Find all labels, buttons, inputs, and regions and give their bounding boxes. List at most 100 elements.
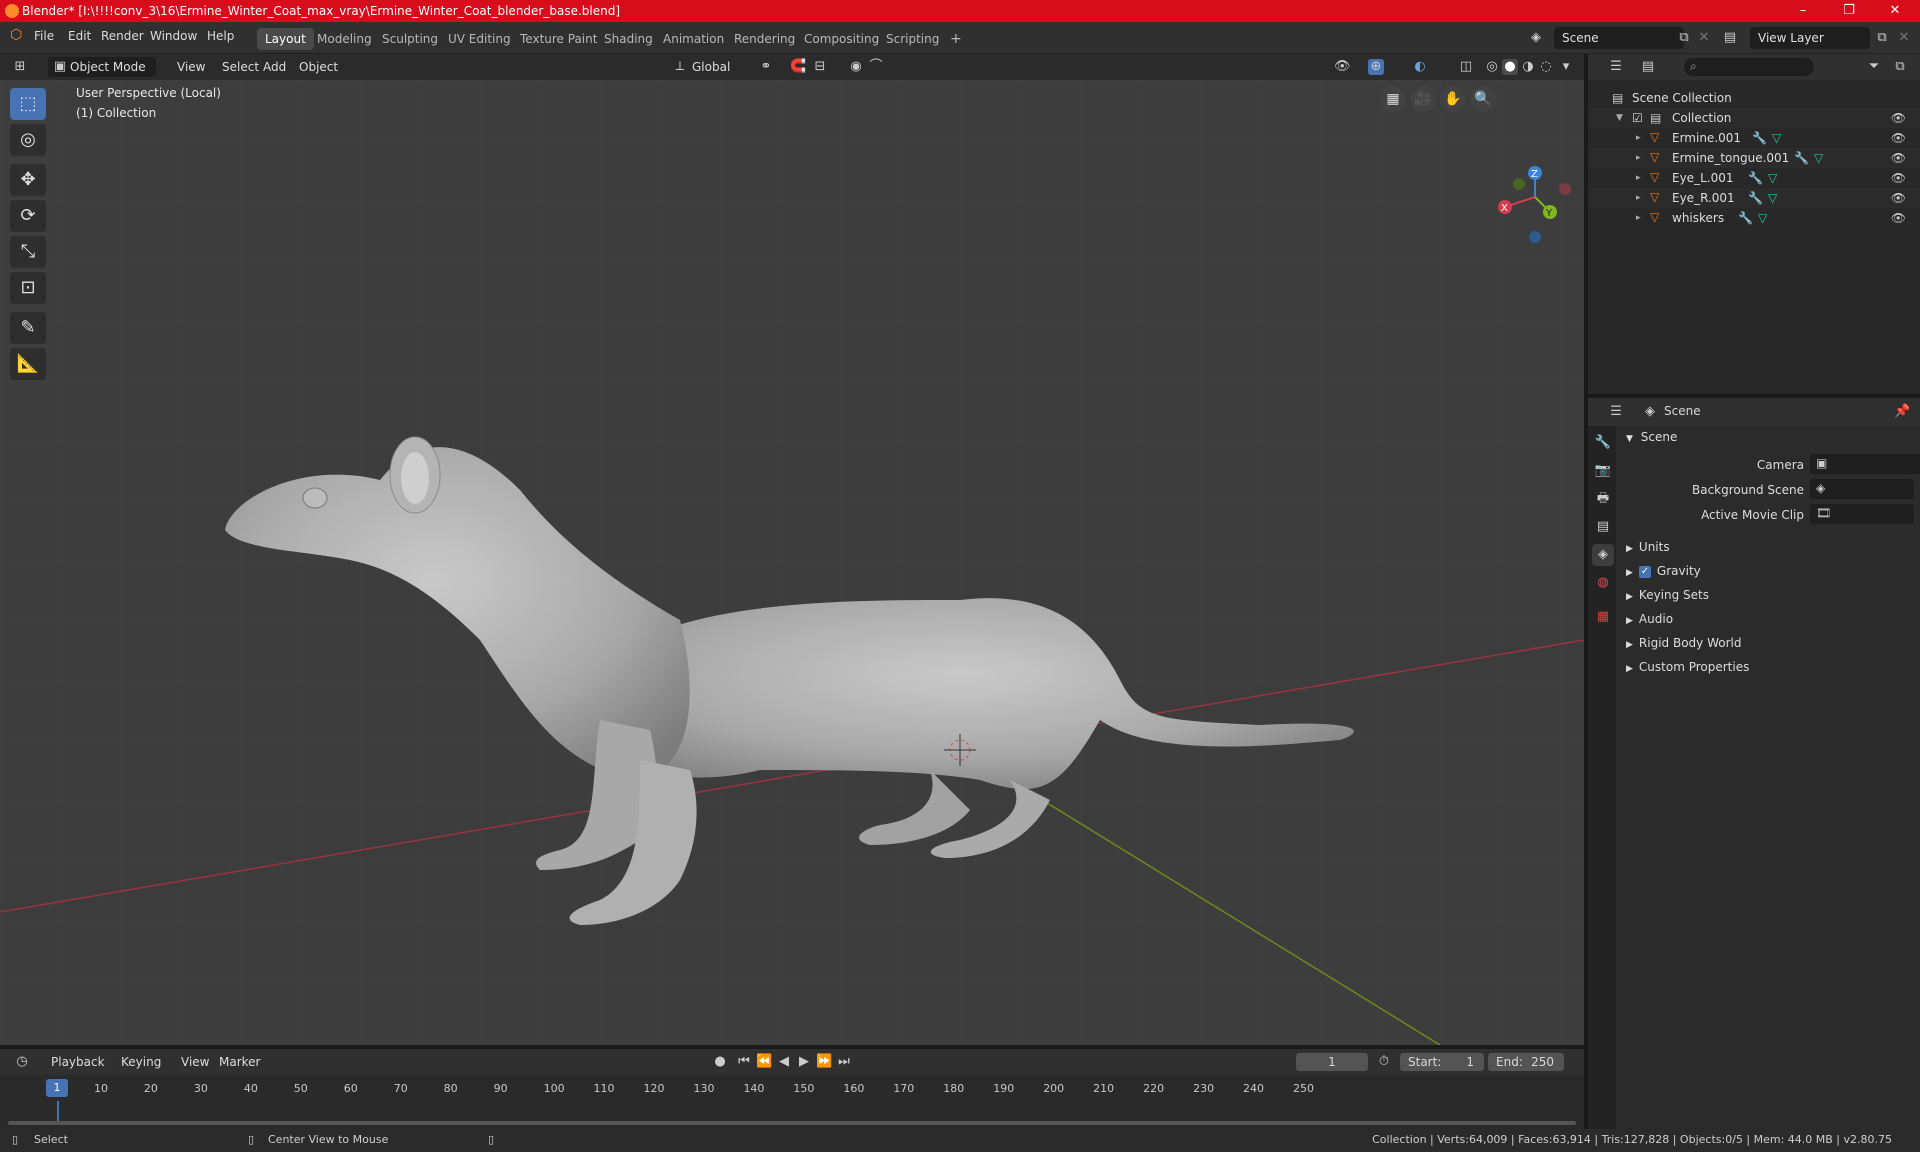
solid-shading-icon[interactable]: ● [1502, 59, 1518, 75]
xray-icon[interactable]: ◫ [1458, 59, 1474, 75]
maximize-button[interactable]: ❐ [1826, 0, 1872, 22]
gravity-checkbox[interactable]: ✓ [1638, 565, 1651, 578]
shading-options-icon[interactable]: ▾ [1558, 59, 1574, 75]
outliner-search-input[interactable]: ⌕ [1684, 58, 1814, 76]
gizmo-toggle-icon[interactable]: ⊕ [1368, 59, 1384, 75]
rendered-shading-icon[interactable]: ◌ [1538, 59, 1554, 75]
eye-icon[interactable]: 👁 [1891, 208, 1906, 228]
view-layer-tab-icon[interactable]: ▤ [1592, 516, 1614, 538]
checkbox-icon[interactable]: ☑ [1632, 108, 1643, 128]
rotate-tool-icon[interactable]: ⟳ [10, 200, 46, 232]
snap-icon[interactable]: 🧲 [790, 59, 806, 75]
3d-viewport[interactable]: Z X Y User Perspective (Local) (1) Colle… [0, 80, 1584, 1045]
tab-compositing[interactable]: Compositing [796, 28, 887, 50]
falloff-icon[interactable]: ⌒ [868, 59, 884, 75]
proportional-edit-icon[interactable]: ◉ [848, 59, 864, 75]
expand-icon[interactable]: ▸ [1636, 148, 1646, 163]
pivot-icon[interactable]: ⚭ [758, 59, 774, 75]
snap-target-icon[interactable]: ⊟ [812, 59, 828, 75]
scene-icon[interactable]: ◈ [1528, 30, 1544, 46]
blender-menu-icon[interactable]: ⬡ [10, 27, 22, 43]
transform-tool-icon[interactable]: ⊡ [10, 272, 46, 304]
play-icon[interactable]: ▶ [796, 1054, 812, 1070]
output-tab-icon[interactable]: 🖶 [1592, 488, 1614, 510]
cursor-tool-icon[interactable]: ◎ [10, 124, 46, 156]
tab-rendering[interactable]: Rendering [726, 28, 803, 50]
mesh-data-icon[interactable]: ▽ [1768, 168, 1777, 188]
menu-marker[interactable]: Marker [214, 1052, 265, 1072]
gravity-panel-header[interactable]: ▶ ✓ Gravity [1622, 560, 1916, 582]
view-layer-selector[interactable]: View Layer [1750, 27, 1870, 49]
current-frame-field[interactable]: 1 [1296, 1053, 1368, 1071]
tab-sculpting[interactable]: Sculpting [374, 28, 446, 50]
tab-shading[interactable]: Shading [596, 28, 661, 50]
mesh-data-icon[interactable]: ▽ [1768, 188, 1777, 208]
view-layer-icon[interactable]: ▤ [1722, 30, 1738, 46]
outliner-row-whiskers[interactable]: ▸ ▽ whiskers 🔧 ▽ 👁 [1588, 208, 1920, 228]
menu-keying[interactable]: Keying [116, 1052, 166, 1072]
measure-tool-icon[interactable]: 📐 [10, 348, 46, 380]
scene-tab-icon[interactable]: ◈ [1592, 544, 1614, 566]
start-frame-field[interactable]: Start: 1 [1400, 1053, 1484, 1071]
move-tool-icon[interactable]: ✥ [10, 164, 46, 196]
pin-icon[interactable]: 📌 [1894, 404, 1910, 420]
eye-icon[interactable]: 👁 [1891, 148, 1906, 168]
modifier-icon[interactable]: 🔧 [1752, 128, 1767, 148]
modifier-icon[interactable]: 🔧 [1738, 208, 1753, 228]
units-panel-header[interactable]: ▶ Units [1622, 536, 1916, 558]
menu-add[interactable]: Add [258, 57, 291, 77]
tool-tab-icon[interactable]: 🔧 [1592, 432, 1614, 454]
expand-icon[interactable]: ▸ [1636, 168, 1646, 183]
filter-icon[interactable]: ⏷ [1866, 59, 1882, 75]
expand-icon[interactable]: ▸ [1636, 188, 1646, 203]
menu-file[interactable]: File [34, 29, 54, 43]
active-movie-clip-field[interactable]: 🎞 [1810, 504, 1914, 524]
menu-render[interactable]: Render [101, 29, 144, 43]
background-scene-field[interactable]: ◈ [1810, 479, 1914, 499]
modifier-icon[interactable]: 🔧 [1748, 168, 1763, 188]
tab-modeling[interactable]: Modeling [309, 28, 380, 50]
record-icon[interactable]: ● [712, 1054, 728, 1070]
scene-selector[interactable]: Scene [1554, 27, 1684, 49]
rigid-body-world-panel-header[interactable]: ▶ Rigid Body World [1622, 632, 1916, 654]
modifier-icon[interactable]: 🔧 [1794, 148, 1809, 168]
menu-select[interactable]: Select [217, 57, 264, 77]
timeline-scrollbar[interactable] [8, 1121, 1576, 1125]
mesh-data-icon[interactable]: ▽ [1814, 148, 1823, 168]
eye-icon[interactable]: 👁 [1891, 168, 1906, 188]
menu-window[interactable]: Window [150, 29, 197, 43]
custom-properties-panel-header[interactable]: ▶ Custom Properties [1622, 656, 1916, 678]
outliner-row-eye-r[interactable]: ▸ ▽ Eye_R.001 🔧 ▽ 👁 [1588, 188, 1920, 208]
timer-icon[interactable]: ⏱ [1376, 1054, 1392, 1070]
render-tab-icon[interactable]: 📷 [1592, 460, 1614, 482]
new-scene-icon[interactable]: ⧉ [1676, 30, 1692, 46]
new-view-layer-icon[interactable]: ⧉ [1874, 30, 1890, 46]
properties-editor-icon[interactable]: ☰ [1608, 404, 1624, 420]
new-collection-icon[interactable]: ⧉ [1892, 59, 1908, 75]
camera-view-icon[interactable]: 🎥 [1410, 86, 1436, 112]
editor-type-icon[interactable]: ⊞ [12, 59, 28, 75]
pan-view-icon[interactable]: ✋ [1440, 86, 1466, 112]
add-workspace-button[interactable]: + [942, 28, 970, 50]
expand-icon[interactable]: ▸ [1636, 128, 1646, 143]
tab-scripting[interactable]: Scripting [878, 28, 947, 50]
outliner-row-ermine[interactable]: ▸ ▽ Ermine.001 🔧 ▽ 👁 [1588, 128, 1920, 148]
mesh-data-icon[interactable]: ▽ [1758, 208, 1767, 228]
eye-icon[interactable]: 👁 [1891, 108, 1906, 128]
menu-playback[interactable]: Playback [46, 1052, 110, 1072]
eye-icon[interactable]: 👁 [1891, 128, 1906, 148]
orientation-selector[interactable]: Global [688, 57, 746, 77]
wireframe-shading-icon[interactable]: ◎ [1484, 59, 1500, 75]
mesh-data-icon[interactable]: ▽ [1772, 128, 1781, 148]
audio-panel-header[interactable]: ▶ Audio [1622, 608, 1916, 630]
tab-texture-paint[interactable]: Texture Paint [512, 28, 605, 50]
menu-timeline-view[interactable]: View [176, 1052, 214, 1072]
overlay-toggle-icon[interactable]: ◐ [1412, 59, 1428, 75]
outliner-row-eye-l[interactable]: ▸ ▽ Eye_L.001 🔧 ▽ 👁 [1588, 168, 1920, 188]
jump-start-icon[interactable]: ⏮ [736, 1054, 752, 1070]
select-box-tool-icon[interactable]: ⬚ [10, 88, 46, 120]
eye-icon[interactable]: 👁 [1891, 188, 1906, 208]
minimize-button[interactable]: – [1780, 0, 1826, 22]
display-mode-icon[interactable]: ▤ [1640, 59, 1656, 75]
world-tab-icon[interactable]: ◍ [1592, 572, 1614, 594]
